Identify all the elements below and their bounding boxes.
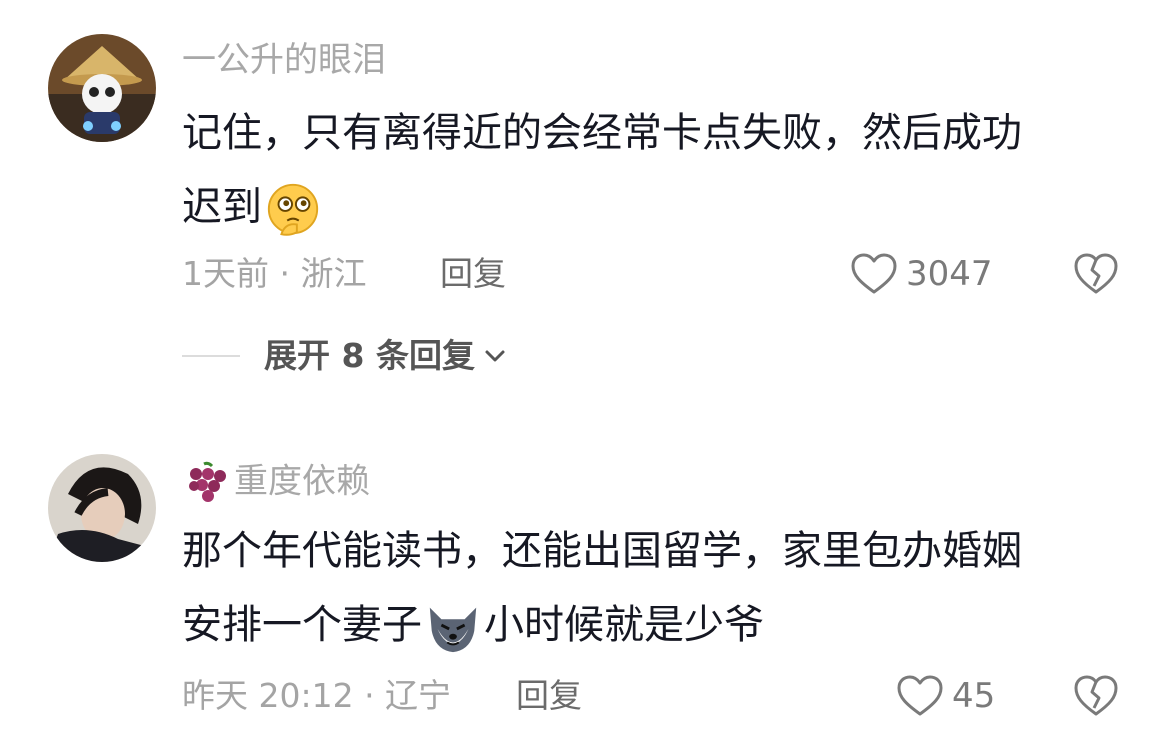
expand-replies-button[interactable]: 展开 8 条回复 xyxy=(182,336,507,376)
grapes-icon xyxy=(189,461,226,502)
chevron-down-icon xyxy=(485,350,505,362)
reply-button[interactable]: 回复 xyxy=(440,254,506,294)
like-button[interactable]: 3047 xyxy=(850,252,993,296)
expand-replies-label: 展开 8 条回复 xyxy=(264,336,475,375)
reply-button[interactable]: 回复 xyxy=(516,676,582,716)
heart-icon xyxy=(851,253,897,294)
divider xyxy=(182,355,240,357)
username[interactable]: 重度依赖 xyxy=(182,460,370,506)
like-button[interactable]: 45 xyxy=(896,674,995,718)
comment-meta: 昨天 20:12 · 辽宁 xyxy=(182,676,452,715)
dislike-icon[interactable] xyxy=(1073,674,1119,718)
comment-text: 那个年代能读书，还能出国留学，家里包办婚姻 安排一个妻子 小时候就是少爷 xyxy=(182,514,1127,662)
comment-text-line: 那个年代能读书，还能出国留学，家里包办婚姻 xyxy=(182,528,1022,574)
avatar-image xyxy=(48,454,156,562)
dislike-icon[interactable] xyxy=(1073,252,1119,296)
comment-text-line: 记住，只有离得近的会经常卡点失败，然后成功 xyxy=(182,110,1022,156)
avatar-image xyxy=(48,34,156,142)
heart-icon xyxy=(897,675,943,716)
wolf-emoji-icon xyxy=(429,607,477,653)
username-text: 重度依赖 xyxy=(234,461,370,502)
thinking-emoji-icon xyxy=(267,183,319,236)
comment-meta: 1天前 · 浙江 xyxy=(182,254,367,293)
comment-text-segment: 安排一个妻子 xyxy=(182,602,422,648)
comment-text-line: 迟到 xyxy=(182,170,1127,244)
comment-text-segment: 小时候就是少爷 xyxy=(484,602,764,648)
comment-text-segment: 迟到 xyxy=(182,184,262,230)
comment-text-line: 安排一个妻子 小时候就是少爷 xyxy=(182,588,1127,662)
comment-item: 一公升的眼泪 记住，只有离得近的会经常卡点失败，然后成功 迟到 1天前 · 浙江… xyxy=(0,0,1169,400)
like-count: 3047 xyxy=(906,254,993,294)
avatar[interactable] xyxy=(48,454,156,562)
like-count: 45 xyxy=(952,676,996,716)
comment-text: 记住，只有离得近的会经常卡点失败，然后成功 迟到 xyxy=(182,96,1127,244)
avatar[interactable] xyxy=(48,34,156,142)
comment-item: 重度依赖 那个年代能读书，还能出国留学，家里包办婚姻 安排一个妻子 小时候就是少… xyxy=(0,400,1169,740)
username[interactable]: 一公升的眼泪 xyxy=(182,40,386,80)
